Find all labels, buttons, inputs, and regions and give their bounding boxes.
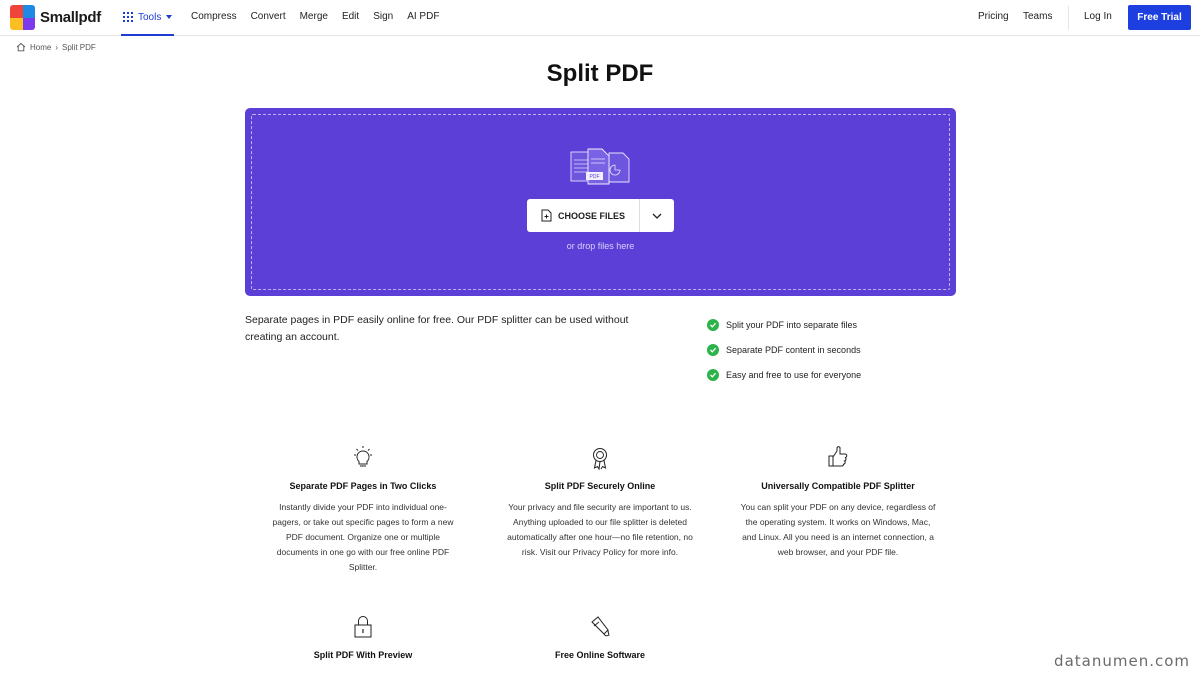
nav-merge[interactable]: Merge xyxy=(300,11,328,22)
nav-pricing[interactable]: Pricing xyxy=(978,11,1009,22)
drop-hint: or drop files here xyxy=(566,241,635,251)
check-icon xyxy=(707,318,719,331)
benefit-label: Split your PDF into separate files xyxy=(726,319,858,330)
feature-title: Free Online Software xyxy=(554,650,646,660)
free-trial-button[interactable]: Free Trial xyxy=(1128,5,1191,30)
badge-icon xyxy=(593,448,607,471)
lightbulb-icon xyxy=(354,446,372,467)
nav-edit[interactable]: Edit xyxy=(342,11,359,22)
feature-title: Universally Compatible PDF Splitter xyxy=(761,481,915,491)
nav-sign[interactable]: Sign xyxy=(373,11,393,22)
check-icon xyxy=(707,343,719,356)
feature-card: Universally Compatible PDF Splitter You … xyxy=(740,445,936,560)
nav-convert[interactable]: Convert xyxy=(251,11,286,22)
add-file-icon xyxy=(541,209,552,222)
choose-files-control: CHOOSE FILES xyxy=(527,199,674,232)
nav-compress[interactable]: Compress xyxy=(191,11,237,22)
feature-text: You can split your PDF on any device, re… xyxy=(740,502,936,557)
magic-wand-icon xyxy=(591,616,610,637)
home-icon xyxy=(16,42,26,52)
benefit-item: Separate PDF content in seconds xyxy=(707,337,861,362)
tools-menu-button[interactable]: Tools xyxy=(121,0,175,36)
chevron-down-icon xyxy=(652,213,662,219)
breadcrumb: Home › Split PDF xyxy=(16,42,96,52)
check-icon xyxy=(707,368,719,381)
feature-title: Separate PDF Pages in Two Clicks xyxy=(289,481,437,491)
lock-icon xyxy=(354,616,372,638)
documents-icon: PDF xyxy=(570,148,630,185)
benefit-item: Split your PDF into separate files xyxy=(707,312,861,337)
header-divider xyxy=(1068,6,1069,30)
login-link[interactable]: Log In xyxy=(1084,11,1112,22)
intro-text: Separate pages in PDF easily online for … xyxy=(245,314,629,343)
choose-files-button[interactable]: CHOOSE FILES xyxy=(527,199,640,232)
top-nav-bar: Smallpdf Tools Compress Convert Merge Ed… xyxy=(0,0,1200,36)
file-dropzone[interactable]: PDF CHOOSE FILES or drop files here xyxy=(245,108,956,296)
watermark-text: datanumen.com xyxy=(1054,652,1190,670)
chevron-right-icon: › xyxy=(55,42,59,52)
feature-text: Instantly divide your PDF into individua… xyxy=(272,502,454,572)
feature-text: Your privacy and file security are impor… xyxy=(507,502,693,557)
benefit-label: Easy and free to use for everyone xyxy=(726,369,862,380)
breadcrumb-current: Split PDF xyxy=(62,42,96,52)
feature-card: Split PDF Securely Online Your privacy a… xyxy=(502,445,698,560)
breadcrumb-home[interactable]: Home xyxy=(30,43,51,52)
benefits-list: Split your PDF into separate files Separ… xyxy=(707,312,861,387)
caret-down-icon xyxy=(166,15,173,19)
smallpdf-logo[interactable]: Smallpdf xyxy=(10,5,101,30)
choose-files-label: CHOOSE FILES xyxy=(557,210,625,221)
feature-card: Free Online Software xyxy=(502,614,698,660)
benefit-label: Separate PDF content in seconds xyxy=(726,344,861,355)
choose-source-dropdown[interactable] xyxy=(640,199,674,232)
nav-teams[interactable]: Teams xyxy=(1023,11,1052,22)
pdf-badge: PDF xyxy=(590,174,600,180)
benefit-item: Easy and free to use for everyone xyxy=(707,362,861,387)
feature-title: Split PDF With Preview xyxy=(313,650,413,660)
logo-icon xyxy=(10,5,35,30)
page-title: Split PDF xyxy=(546,60,654,87)
grid-icon xyxy=(123,12,133,22)
main-nav: Compress Convert Merge Edit Sign AI PDF xyxy=(191,11,439,22)
logo-text: Smallpdf xyxy=(40,9,101,26)
feature-title: Split PDF Securely Online xyxy=(544,481,656,491)
tools-label: Tools xyxy=(138,11,162,23)
nav-ai-pdf[interactable]: AI PDF xyxy=(407,11,439,22)
feature-card: Separate PDF Pages in Two Clicks Instant… xyxy=(265,445,461,575)
thumbs-up-icon xyxy=(828,446,848,467)
feature-card: Split PDF With Preview xyxy=(265,614,461,660)
